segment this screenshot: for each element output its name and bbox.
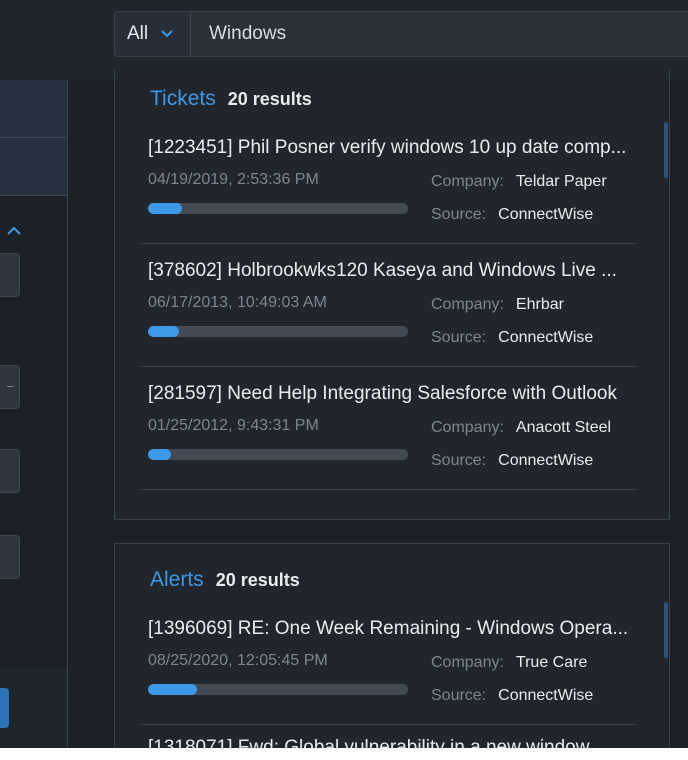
alert-item[interactable]: [1396069] RE: One Week Remaining - Windo… [141,602,637,725]
company-label: Company: [431,654,504,671]
source-field: Source: ConnectWise [431,687,593,705]
apply-button[interactable] [0,688,9,728]
ticket-title[interactable]: [378602] Holbrookwks120 Kaseya and Windo… [148,260,632,282]
sidebar-footer [0,668,67,748]
ticket-date: 04/19/2019, 2:53:36 PM [148,171,319,188]
alerts-count: 20 results [215,570,300,590]
control-tick [7,386,13,387]
alerts-header: Alerts 20 results [150,568,300,592]
source-field: Source: ConnectWise [431,206,593,224]
company-field: Company: Anacott Steel [431,419,611,437]
company-field: Company: Ehrbar [431,296,564,314]
chevron-down-icon [161,30,173,38]
relevance-fill [148,203,182,214]
company-field: Company: Teldar Paper [431,173,607,191]
filter-control[interactable] [0,253,20,297]
tickets-header: Tickets 20 results [150,87,312,111]
search-input[interactable]: Windows [191,12,286,56]
source-value: ConnectWise [498,687,594,704]
company-value: Teldar Paper [515,173,607,190]
company-label: Company: [431,296,504,313]
tickets-card: Tickets 20 results [1223451] Phil Posner… [114,70,670,520]
tickets-scrollbar[interactable] [664,122,668,178]
sidebar-item[interactable] [0,138,67,196]
alert-title-partial[interactable]: [1318071] Fwd: Global vulnerability in a… [148,738,648,748]
scope-dropdown[interactable]: All [115,12,191,56]
source-value: ConnectWise [498,329,594,346]
ticket-date: 06/17/2013, 10:49:03 AM [148,294,327,311]
top-bar: All Windows [0,0,688,80]
ticket-date: 01/25/2012, 9:43:31 PM [148,417,319,434]
ticket-title[interactable]: [1223451] Phil Posner verify windows 10 … [148,137,632,159]
scope-label: All [127,23,149,44]
company-value: Anacott Steel [515,419,612,436]
ticket-item[interactable]: [1223451] Phil Posner verify windows 10 … [141,121,637,244]
filter-control[interactable] [0,365,20,409]
company-label: Company: [431,419,504,436]
alert-title[interactable]: [1396069] RE: One Week Remaining - Windo… [148,618,632,640]
search-query: Windows [209,23,287,44]
ticket-title[interactable]: [281597] Need Help Integrating Salesforc… [148,383,632,405]
company-value: True Care [515,654,588,671]
source-value: ConnectWise [498,206,594,223]
company-label: Company: [431,173,504,190]
source-label: Source: [431,329,487,346]
relevance-fill [148,684,198,695]
ticket-item[interactable]: [281597] Need Help Integrating Salesforc… [141,367,637,490]
source-label: Source: [431,206,487,223]
chevron-up-icon[interactable] [6,225,22,237]
app-window: All Windows Tickets 20 results [1223451]… [0,0,688,748]
relevance-bar [148,326,408,337]
source-label: Source: [431,687,487,704]
filter-control[interactable] [0,535,20,579]
company-value: Ehrbar [515,296,564,313]
alerts-scrollbar[interactable] [664,602,668,658]
source-value: ConnectWise [498,452,594,469]
search-bar: All Windows [114,11,688,57]
relevance-bar [148,449,408,460]
relevance-bar [148,203,408,214]
filter-control[interactable] [0,449,20,493]
tickets-title[interactable]: Tickets [150,87,216,111]
relevance-bar [148,684,408,695]
sidebar-item[interactable] [0,80,67,138]
tickets-count: 20 results [227,89,312,109]
alerts-card: Alerts 20 results [1396069] RE: One Week… [114,543,670,748]
alert-date: 08/25/2020, 12:05:45 PM [148,652,328,669]
company-field: Company: True Care [431,654,587,672]
source-field: Source: ConnectWise [431,329,593,347]
source-field: Source: ConnectWise [431,452,593,470]
source-label: Source: [431,452,487,469]
alerts-title[interactable]: Alerts [150,568,204,592]
relevance-fill [148,326,180,337]
ticket-item[interactable]: [378602] Holbrookwks120 Kaseya and Windo… [141,244,637,367]
relevance-fill [148,449,172,460]
sidebar [0,80,68,748]
